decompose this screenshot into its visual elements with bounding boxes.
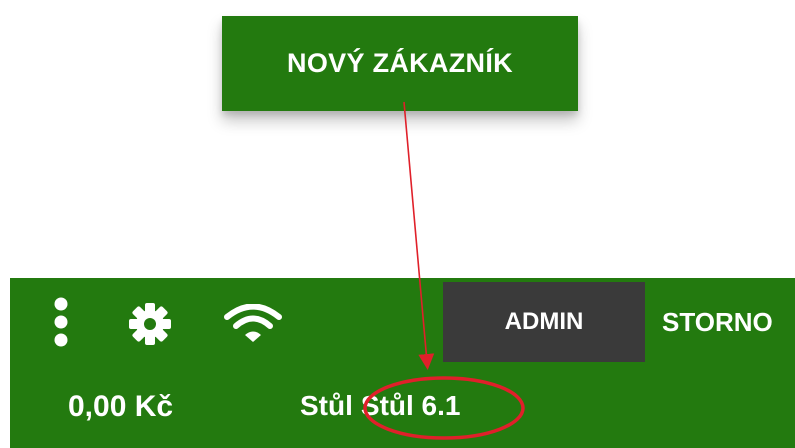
gear-icon[interactable] — [128, 302, 172, 346]
table-indicator: Stůl Stůl 6.1 — [300, 390, 460, 422]
storno-button[interactable]: STORNO — [662, 282, 773, 362]
total-amount: 0,00 Kč — [68, 390, 174, 423]
new-customer-button[interactable]: NOVÝ ZÁKAZNÍK — [222, 16, 578, 111]
screen: NOVÝ ZÁKAZNÍK ADMIN STORNO 0,00 Kč Stůl … — [0, 0, 795, 448]
table-prefix-label: Stůl — [300, 390, 353, 421]
admin-button[interactable]: ADMIN — [443, 282, 645, 362]
table-value: Stůl 6.1 — [360, 390, 461, 421]
wifi-icon[interactable] — [224, 304, 282, 344]
more-vertical-icon[interactable] — [50, 296, 72, 348]
